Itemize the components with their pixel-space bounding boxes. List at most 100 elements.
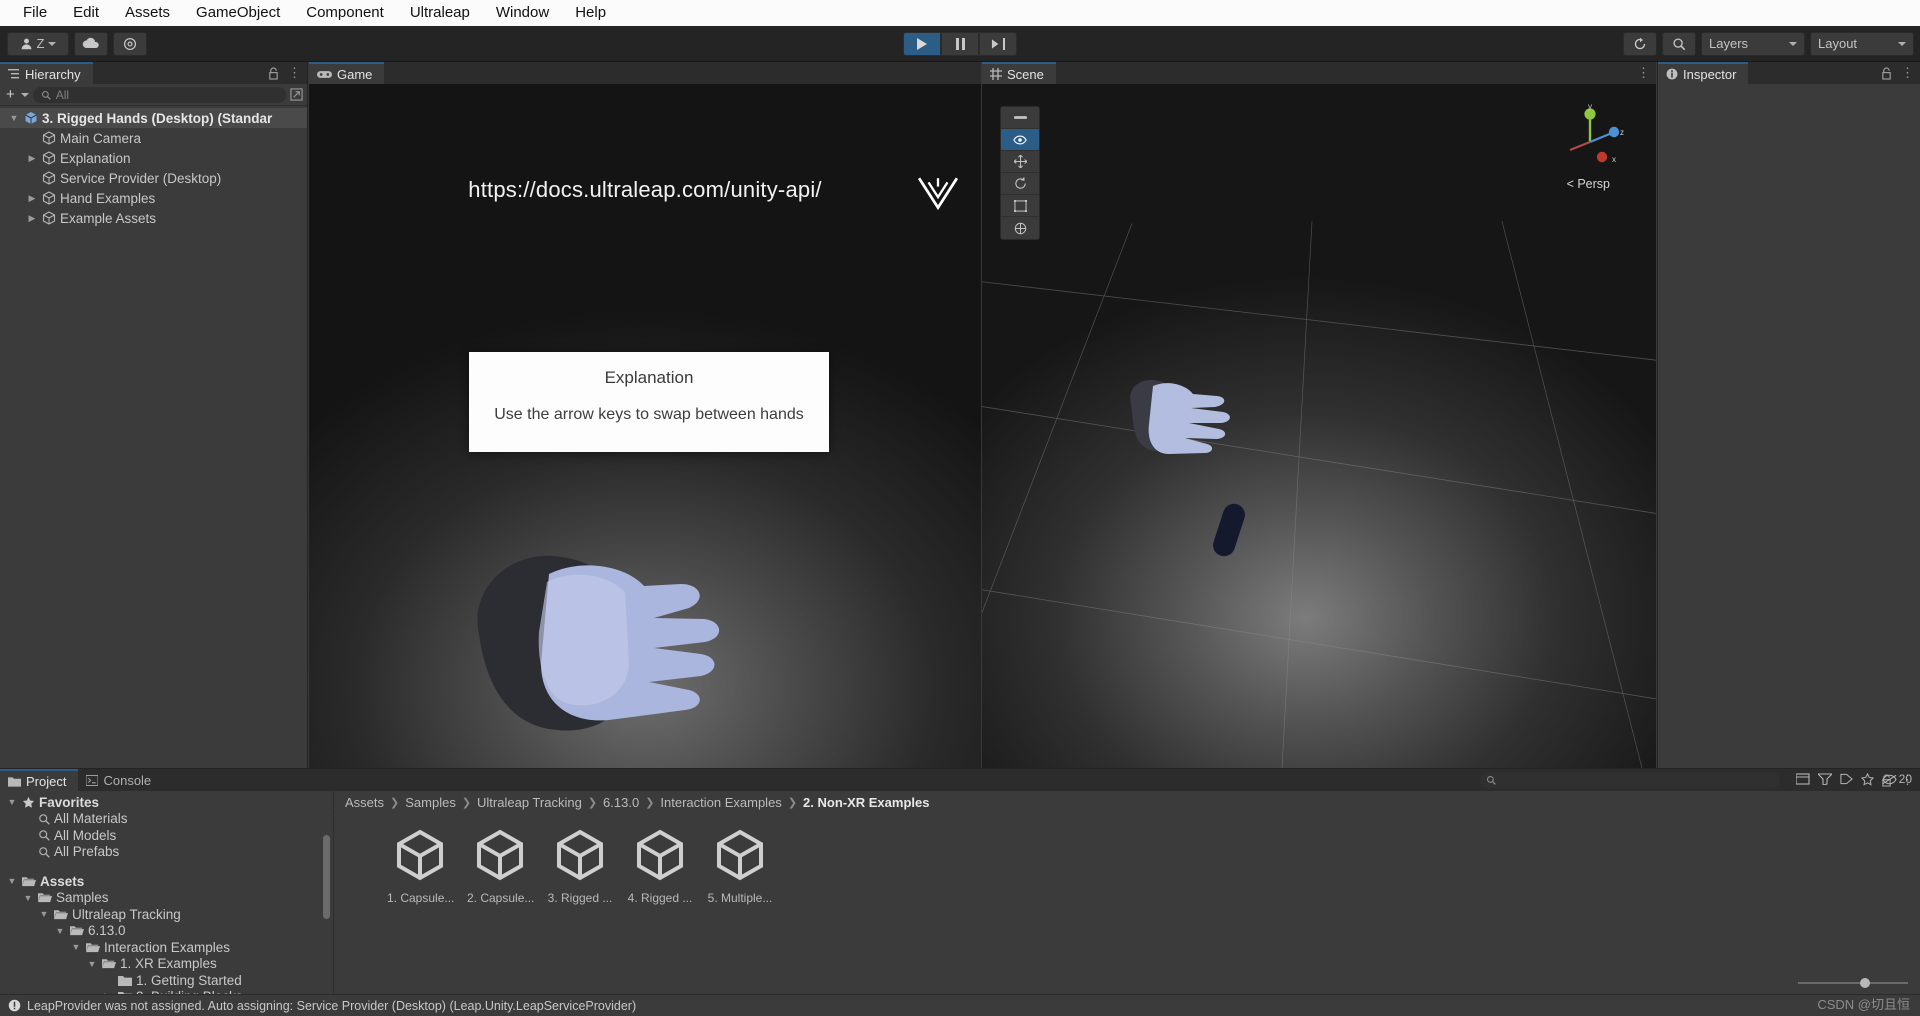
hierarchy-add-button[interactable]: +: [4, 86, 17, 103]
asset-item-3[interactable]: 4. Rigged ...: [627, 829, 693, 905]
slider-knob[interactable]: [1860, 978, 1870, 988]
lock-icon[interactable]: [1881, 66, 1892, 80]
menu-item-edit[interactable]: Edit: [60, 0, 112, 26]
workspace: Hierarchy ⋮ + All ▼ 3. Rigged Hands (Desk…: [0, 62, 1920, 994]
asset-item-4[interactable]: 5. Multiple...: [707, 829, 773, 905]
breadcrumb-separator: ❯: [587, 796, 598, 809]
hierarchy-menu-icon[interactable]: ⋮: [288, 65, 301, 81]
project-tree-item-5[interactable]: ▼ Assets: [0, 873, 333, 890]
tag-icon[interactable]: [1840, 773, 1853, 785]
breadcrumb-item-0[interactable]: Assets: [345, 795, 384, 810]
tab-hierarchy[interactable]: Hierarchy: [0, 62, 93, 84]
status-bar[interactable]: LeapProvider was not assigned. Auto assi…: [0, 994, 1920, 1016]
tool-rect[interactable]: [1001, 195, 1039, 217]
undo-history-button[interactable]: [1623, 31, 1657, 56]
chevron-down-icon[interactable]: ▼: [86, 959, 98, 969]
tab-inspector[interactable]: Inspector: [1658, 62, 1749, 84]
tab-console[interactable]: Console: [78, 769, 163, 791]
chevron-down-icon[interactable]: ▼: [6, 876, 18, 886]
search-button[interactable]: [1662, 31, 1696, 56]
scene-view[interactable]: y z x < Persp: [982, 84, 1656, 768]
inspector-menu-icon[interactable]: ⋮: [1901, 65, 1914, 81]
tab-scene[interactable]: Scene: [982, 62, 1056, 84]
project-tree-item-9[interactable]: ▼ Interaction Examples: [0, 939, 333, 956]
asset-item-2[interactable]: 3. Rigged ...: [547, 829, 613, 905]
chevron-down-icon[interactable]: ▼: [8, 113, 20, 123]
tool-transform[interactable]: [1001, 217, 1039, 239]
hierarchy-item-2[interactable]: ▶ Explanation: [0, 148, 307, 168]
scene-orientation-gizmo[interactable]: y z x: [1556, 100, 1630, 174]
asset-item-0[interactable]: 1. Capsule...: [387, 829, 454, 905]
folder-open-icon: [70, 926, 84, 936]
breadcrumb-item-4[interactable]: Interaction Examples: [660, 795, 781, 810]
chevron-right-icon[interactable]: ▶: [26, 193, 38, 204]
chevron-down-icon[interactable]: ▼: [22, 893, 34, 903]
gameobject-icon: [42, 211, 56, 225]
menu-item-assets[interactable]: Assets: [112, 0, 183, 26]
thumbnail-size-slider[interactable]: [1798, 978, 1908, 988]
asset-item-1[interactable]: 2. Capsule...: [467, 829, 534, 905]
chevron-down-icon[interactable]: ▼: [6, 797, 18, 807]
search-filter-icon[interactable]: [1817, 773, 1832, 785]
project-tree-item-1[interactable]: All Materials: [0, 811, 333, 828]
game-panel: Game Game Display 1 Free Aspect Scale 1x: [309, 62, 981, 768]
tool-hand[interactable]: [1001, 107, 1039, 129]
menu-item-window[interactable]: Window: [483, 0, 562, 26]
chevron-down-icon[interactable]: ▼: [70, 942, 82, 952]
chevron-down-icon[interactable]: ▼: [54, 926, 66, 936]
breadcrumb-item-1[interactable]: Samples: [405, 795, 456, 810]
breadcrumb-item-3[interactable]: 6.13.0: [603, 795, 639, 810]
scene-projection-label[interactable]: < Persp: [1567, 177, 1610, 191]
hierarchy-item-4[interactable]: ▶ Hand Examples: [0, 188, 307, 208]
menu-item-gameobject[interactable]: GameObject: [183, 0, 293, 26]
settings-button[interactable]: [113, 31, 147, 56]
hierarchy-item-5[interactable]: ▶ Example Assets: [0, 208, 307, 228]
project-tree-item-6[interactable]: ▼ Samples: [0, 890, 333, 907]
chevron-right-icon[interactable]: ▶: [26, 153, 38, 164]
tab-project[interactable]: Project: [0, 769, 79, 791]
breadcrumb-item-5[interactable]: 2. Non-XR Examples: [803, 795, 929, 810]
hierarchy-icon: [8, 69, 19, 79]
layout-dropdown[interactable]: Layout: [1810, 31, 1914, 56]
project-tree-scrollbar[interactable]: [322, 813, 331, 992]
package-filter-icon[interactable]: [1795, 773, 1810, 785]
tab-hierarchy-label: Hierarchy: [25, 66, 81, 82]
menu-item-component[interactable]: Component: [293, 0, 397, 26]
chevron-down-icon[interactable]: [20, 92, 29, 97]
layers-dropdown[interactable]: Layers: [1701, 31, 1805, 56]
chevron-right-icon[interactable]: ▶: [26, 213, 38, 224]
star-icon[interactable]: [1860, 772, 1874, 786]
project-tree-item-7[interactable]: ▼ Ultraleap Tracking: [0, 906, 333, 923]
project-item-count: 20: [1881, 772, 1912, 786]
tab-game[interactable]: Game: [309, 62, 385, 84]
breadcrumb-item-2[interactable]: Ultraleap Tracking: [477, 795, 582, 810]
project-tree-item-0[interactable]: ▼ Favorites: [0, 794, 333, 811]
project-search-input[interactable]: [1480, 772, 1780, 788]
project-tree-item-11[interactable]: 1. Getting Started: [0, 972, 333, 989]
chevron-down-icon[interactable]: ▼: [38, 909, 50, 919]
tool-move[interactable]: [1001, 151, 1039, 173]
tool-rotate[interactable]: [1001, 173, 1039, 195]
cloud-button[interactable]: [74, 31, 108, 56]
lock-icon[interactable]: [268, 66, 279, 80]
hierarchy-item-label: Explanation: [60, 150, 131, 166]
scene-menu-icon[interactable]: ⋮: [1637, 65, 1650, 81]
project-tree-item-2[interactable]: All Models: [0, 827, 333, 844]
tool-eye[interactable]: [1001, 129, 1039, 151]
menu-item-file[interactable]: File: [10, 0, 60, 26]
account-button[interactable]: Z: [7, 31, 69, 56]
project-tree-item-8[interactable]: ▼ 6.13.0: [0, 923, 333, 940]
hierarchy-item-0[interactable]: ▼ 3. Rigged Hands (Desktop) (Standar: [0, 108, 307, 128]
menu-item-help[interactable]: Help: [562, 0, 619, 26]
project-tree-item-10[interactable]: ▼ 1. XR Examples: [0, 956, 333, 973]
project-tree-item-3[interactable]: All Prefabs: [0, 844, 333, 861]
hierarchy-item-3[interactable]: Service Provider (Desktop): [0, 168, 307, 188]
play-button[interactable]: [903, 31, 941, 56]
hierarchy-item-1[interactable]: Main Camera: [0, 128, 307, 148]
menu-item-ultraleap[interactable]: Ultraleap: [397, 0, 483, 26]
expand-icon[interactable]: [290, 88, 303, 101]
hierarchy-search-input[interactable]: All: [32, 86, 286, 103]
step-button[interactable]: [979, 31, 1017, 56]
pause-button[interactable]: [941, 31, 979, 56]
game-view[interactable]: https://docs.ultraleap.com/unity-api/ Ex…: [309, 84, 981, 768]
